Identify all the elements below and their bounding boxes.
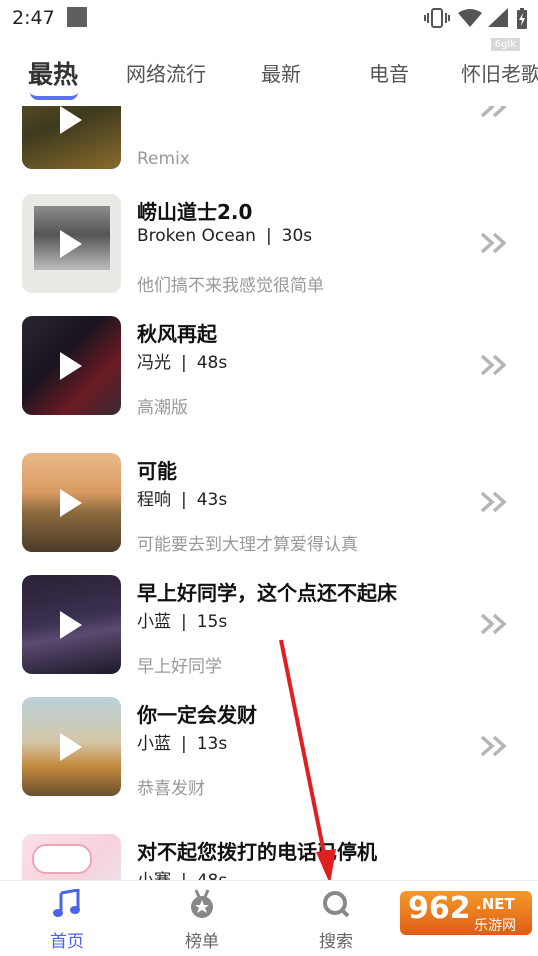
meta-separator: | [181,353,187,373]
nav-search-label: 搜索 [319,932,353,952]
category-tabs: 最热 网络流行 最新 电音 怀旧老歌 [0,48,538,106]
item-description: 恭喜发财 [137,779,205,799]
search-icon [323,891,350,918]
list-item[interactable]: 秋风再起 冯光 | 48s 高潮版 [0,316,538,436]
item-title: 秋风再起 [137,322,217,346]
chevron-right-icon[interactable] [478,735,510,757]
battery-icon [517,8,527,29]
play-icon[interactable] [60,352,82,380]
item-title: 崂山道士2.0 [137,200,253,224]
item-artist: 小蓝 [137,612,171,632]
item-title: 可能 [137,459,177,483]
vibrate-icon [424,8,450,28]
tab-oldies[interactable]: 怀旧老歌 [461,58,538,87]
tab-internet-popular[interactable]: 网络流行 [126,58,206,87]
cover-thumbnail [22,697,121,796]
tab-electronic[interactable]: 电音 [369,58,409,87]
item-duration: 13s [196,734,228,754]
item-duration: 15s [196,612,228,632]
cover-thumbnail [22,194,121,293]
list-item[interactable]: 你一定会发财 小蓝 | 13s 恭喜发财 [0,697,538,817]
play-icon[interactable] [60,230,82,258]
item-meta: 程响 | 43s [137,485,227,510]
chevron-right-icon[interactable] [478,232,510,254]
item-artist: 小赛 [137,871,171,880]
nav-ranking[interactable]: 榜单 [157,889,247,952]
meta-separator: | [181,490,187,510]
item-meta: 小赛 | 48s [137,866,227,880]
bottom-nav: 首页 榜单 搜索 962 .NET 乐游网 [0,880,538,956]
list-item[interactable]: 可能 程响 | 43s 可能要去到大理才算爱得认真 [0,453,538,573]
meta-separator: | [181,734,187,754]
item-duration: 48s [197,871,228,880]
tab-hottest[interactable]: 最热 [28,55,78,91]
cover-thumbnail [22,453,121,552]
chevron-right-icon[interactable] [478,106,510,118]
watermark-brand: 962 [408,891,471,926]
list-item[interactable]: 崂山道士2.0 Broken Ocean | 30s 他们搞不来我感觉很简单 [0,194,538,314]
status-bar: 2:47 [0,0,538,36]
item-meta: 小蓝 | 15s [137,607,227,632]
item-artist: Broken Ocean [137,226,256,246]
list-item[interactable]: 早上好同学，这个点还不起床 小蓝 | 15s 早上好同学 [0,575,538,695]
cover-thumbnail [22,575,121,674]
list-item[interactable]: Remix [0,106,538,190]
play-icon[interactable] [60,106,82,134]
item-description: 他们搞不来我感觉很简单 [137,276,324,296]
meta-separator: | [181,871,187,880]
play-icon[interactable] [60,733,82,761]
item-description: Remix [137,149,190,169]
list-item[interactable]: 对不起您拨打的电话已停机 小赛 | 48s [0,834,538,880]
chevron-right-icon[interactable] [478,491,510,513]
status-time: 2:47 [12,7,55,29]
site-watermark: 962 .NET 乐游网 [400,887,532,935]
item-title: 你一定会发财 [137,703,257,727]
nav-home-label: 首页 [50,932,84,952]
signal-icon [488,8,508,27]
item-description: 早上好同学 [137,657,222,677]
watermark-brand-cn: 乐游网 [474,918,516,934]
item-description: 可能要去到大理才算爱得认真 [137,535,358,555]
item-duration: 48s [196,353,228,373]
ringtone-list: Remix 崂山道士2.0 Broken Ocean | 30s 他们搞不来我感觉很… [0,106,538,880]
item-meta: Broken Ocean | 30s [137,226,312,246]
nav-home[interactable]: 首页 [22,888,112,952]
chevron-right-icon[interactable] [478,613,510,635]
item-artist: 小蓝 [137,734,171,754]
play-icon[interactable] [60,489,82,517]
item-artist: 冯光 [137,353,171,373]
tab-newest[interactable]: 最新 [261,58,301,87]
medal-icon [191,889,213,918]
wifi-icon [458,9,482,27]
nav-ranking-label: 榜单 [185,932,219,952]
cover-thumbnail [22,834,121,880]
item-meta: 冯光 | 48s [137,348,227,373]
watermark-brand-suffix: .NET [476,895,515,913]
cover-thumbnail [22,316,121,415]
item-duration: 43s [196,490,228,510]
meta-separator: | [181,612,187,632]
nav-search[interactable]: 搜索 [291,889,381,952]
item-description: 高潮版 [137,398,188,418]
play-icon[interactable] [60,611,82,639]
music-note-icon [53,888,80,917]
item-duration: 30s [281,226,313,246]
item-title: 对不起您拨打的电话已停机 [137,840,377,864]
meta-separator: | [265,226,272,246]
item-title: 早上好同学，这个点还不起床 [137,581,397,605]
cover-thumbnail [22,106,121,169]
item-meta: 小蓝 | 13s [137,729,227,754]
item-artist: 程响 [137,490,171,510]
active-tab-indicator [30,92,78,100]
chevron-right-icon[interactable] [478,354,510,376]
notification-icon [67,7,87,27]
